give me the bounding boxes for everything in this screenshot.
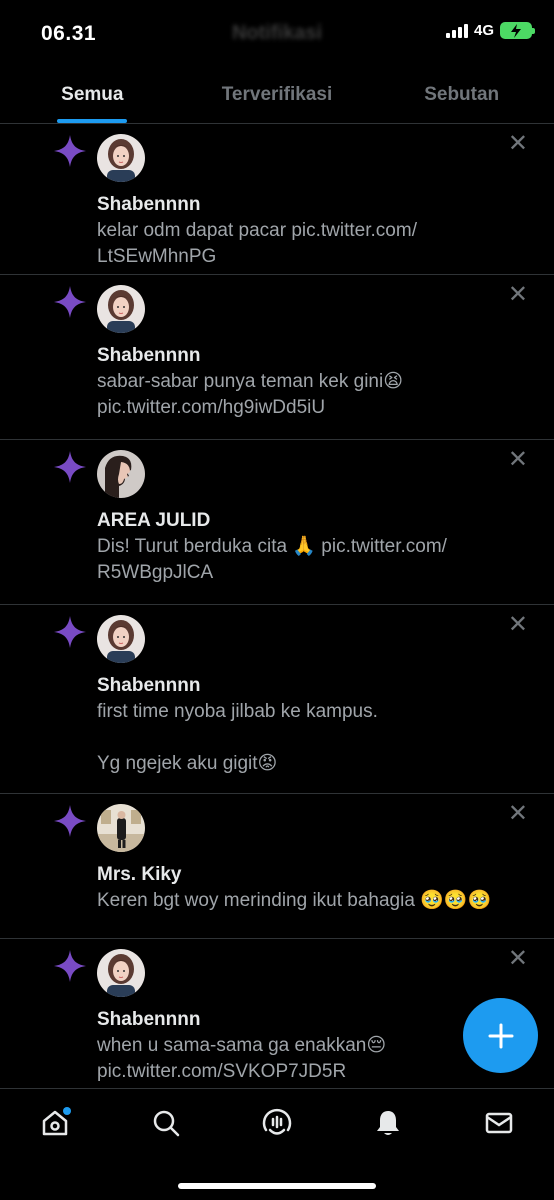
avatar[interactable] — [97, 285, 145, 333]
bottom-nav — [0, 1088, 554, 1200]
notification-author[interactable]: Mrs. Kiky — [97, 862, 534, 888]
network-label: 4G — [473, 22, 494, 39]
sparkle-icon — [53, 949, 87, 983]
close-icon[interactable]: ✕ — [508, 283, 528, 307]
avatar[interactable] — [97, 804, 145, 852]
nav-messages[interactable] — [481, 1105, 517, 1141]
avatar[interactable] — [97, 450, 145, 498]
close-icon[interactable]: ✕ — [508, 448, 528, 472]
search-icon — [153, 1110, 180, 1137]
notification-author[interactable]: Shabennnn — [97, 673, 534, 699]
avatar[interactable] — [97, 134, 145, 182]
close-icon[interactable]: ✕ — [508, 613, 528, 637]
notification-text: kelar odm dapat pacar pic.twitter.com/ L… — [97, 220, 417, 267]
notification-item[interactable]: ✕ Shabennnn sabar-sabar punya teman kek … — [0, 275, 554, 440]
plus-icon — [488, 1023, 513, 1048]
home-notification-dot — [63, 1107, 71, 1115]
spaces-icon — [262, 1108, 292, 1135]
notification-text: sabar-sabar punya teman kek gini😫 pic.tw… — [97, 371, 404, 418]
notification-author[interactable]: AREA JULID — [97, 508, 534, 534]
notification-item[interactable]: ✕ AREA JULID Dis! Turut berduka cita 🙏 p… — [0, 440, 554, 605]
close-icon[interactable]: ✕ — [508, 947, 528, 971]
nav-notifications[interactable] — [370, 1105, 406, 1141]
battery-icon — [500, 22, 535, 39]
notification-item[interactable]: ✕ Mrs. Kiky Keren bgt woy merinding ikut… — [0, 794, 554, 939]
sparkle-icon — [53, 285, 87, 319]
bell-icon — [377, 1111, 399, 1135]
notification-author[interactable]: Shabennnn — [97, 343, 534, 369]
sparkle-icon — [53, 450, 87, 484]
close-icon[interactable]: ✕ — [508, 802, 528, 826]
nav-spaces[interactable] — [259, 1105, 295, 1141]
notification-text: Keren bgt woy merinding ikut bahagia 🥹🥹🥹 — [97, 890, 492, 911]
tab-terverifikasi[interactable]: Terverifikasi — [185, 70, 370, 123]
tab-sebutan[interactable]: Sebutan — [369, 70, 554, 123]
nav-home[interactable] — [37, 1105, 73, 1141]
home-indicator — [178, 1183, 376, 1189]
notification-text: first time nyoba jilbab ke kampus. Yg ng… — [97, 701, 378, 774]
signal-icon — [445, 23, 468, 38]
notification-text: Dis! Turut berduka cita 🙏 pic.twitter.co… — [97, 536, 447, 583]
notification-item[interactable]: ✕ Shabennnn first time nyoba jilbab ke k… — [0, 605, 554, 794]
sparkle-icon — [53, 804, 87, 838]
status-bar: 06.31 Notifikasi 4G — [0, 0, 554, 64]
sparkle-icon — [53, 615, 87, 649]
tab-semua[interactable]: Semua — [0, 70, 185, 123]
compose-button[interactable] — [463, 998, 538, 1073]
mail-icon — [485, 1112, 513, 1134]
notification-item[interactable]: ✕ Shabennnn kelar odm dapat pacar pic.tw… — [0, 124, 554, 275]
notification-author[interactable]: Shabennnn — [97, 192, 534, 218]
avatar[interactable] — [97, 615, 145, 663]
avatar[interactable] — [97, 949, 145, 997]
notifications-feed[interactable]: ✕ Shabennnn kelar odm dapat pacar pic.tw… — [0, 124, 554, 1088]
sparkle-icon — [53, 134, 87, 168]
status-indicators: 4G — [445, 22, 535, 39]
nav-search[interactable] — [148, 1105, 184, 1141]
tab-bar: Semua Terverifikasi Sebutan — [0, 70, 554, 124]
close-icon[interactable]: ✕ — [508, 132, 528, 156]
